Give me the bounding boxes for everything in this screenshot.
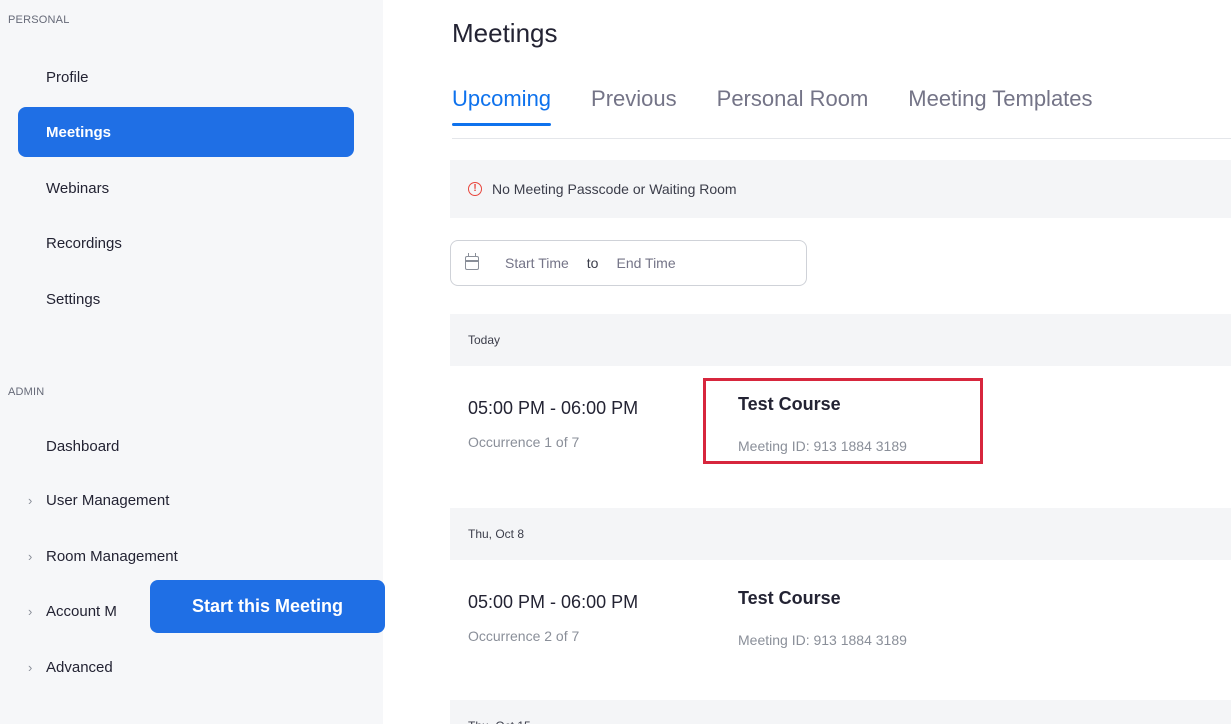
tab-previous[interactable]: Previous <box>591 86 677 124</box>
sidebar-item-label: Profile <box>46 68 89 86</box>
warning-icon: ! <box>468 182 482 196</box>
start-time-field[interactable]: Start Time <box>505 255 569 271</box>
main-content: Meetings Upcoming Previous Personal Room… <box>383 0 1231 724</box>
zoom-web-portal: PERSONAL Profile Meetings Webinars Recor… <box>0 0 1231 724</box>
sidebar-item-profile[interactable]: Profile <box>18 52 354 102</box>
sidebar-item-label: Room Management <box>46 547 178 565</box>
tabs-divider <box>452 138 1231 139</box>
sidebar-item-dashboard[interactable]: Dashboard <box>18 421 354 471</box>
sidebar-item-settings[interactable]: Settings <box>18 274 354 324</box>
sidebar-item-label: Webinars <box>46 179 110 197</box>
sidebar-item-label: Account M <box>46 602 117 620</box>
meeting-occurrence: Occurrence 1 of 7 <box>468 434 580 450</box>
sidebar-item-label: Recordings <box>46 234 122 252</box>
page-title: Meetings <box>452 18 558 48</box>
tab-personal-room[interactable]: Personal Room <box>717 86 869 124</box>
sidebar-item-label: Settings <box>46 290 101 308</box>
chevron-right-icon: › <box>28 659 33 675</box>
day-header-today: Today <box>450 314 1231 366</box>
meeting-time: 05:00 PM - 06:00 PM <box>468 398 639 418</box>
meeting-id: Meeting ID: 913 1884 3189 <box>738 632 907 648</box>
calendar-icon <box>465 253 479 270</box>
sidebar-item-label: Dashboard <box>46 437 120 455</box>
sidebar-item-recordings[interactable]: Recordings <box>18 218 354 268</box>
sidebar-item-label: User Management <box>46 491 170 509</box>
end-time-field[interactable]: End Time <box>616 255 675 271</box>
sidebar-item-room-management[interactable]: › Room Management <box>18 531 354 581</box>
personal-section-header: PERSONAL <box>8 14 70 26</box>
meeting-topic-link[interactable]: Test Course <box>738 588 841 609</box>
meetings-tabs: Upcoming Previous Personal Room Meeting … <box>452 86 1133 126</box>
start-meeting-button[interactable]: Start this Meeting <box>150 580 385 633</box>
sidebar-item-label: Advanced <box>46 658 113 676</box>
sidebar-item-advanced[interactable]: › Advanced <box>18 642 354 692</box>
meeting-row: 05:00 PM - 06:00 PM Occurrence 2 of 7 Te… <box>450 570 1231 670</box>
chevron-right-icon: › <box>28 603 33 619</box>
chevron-right-icon: › <box>28 548 33 564</box>
sidebar-item-webinars[interactable]: Webinars <box>18 163 354 213</box>
admin-section-header: ADMIN <box>8 386 45 398</box>
sidebar-item-user-management[interactable]: › User Management <box>18 475 354 525</box>
meeting-time: 05:00 PM - 06:00 PM <box>468 592 639 612</box>
tab-meeting-templates[interactable]: Meeting Templates <box>908 86 1092 124</box>
sidebar-item-meetings[interactable]: Meetings <box>18 107 354 157</box>
notice-text: No Meeting Passcode or Waiting Room <box>492 181 737 197</box>
meeting-occurrence: Occurrence 2 of 7 <box>468 628 580 644</box>
date-range-separator: to <box>586 255 599 271</box>
date-range-picker[interactable]: Start Time to End Time <box>450 240 807 286</box>
highlight-annotation-box <box>703 378 983 464</box>
day-header-oct-8: Thu, Oct 8 <box>450 508 1231 560</box>
security-notice: ! No Meeting Passcode or Waiting Room <box>450 160 1231 218</box>
tab-upcoming[interactable]: Upcoming <box>452 86 552 126</box>
day-header-oct-15: Thu, Oct 15 <box>450 700 1231 724</box>
sidebar-item-label: Meetings <box>46 123 112 141</box>
chevron-right-icon: › <box>28 492 33 508</box>
